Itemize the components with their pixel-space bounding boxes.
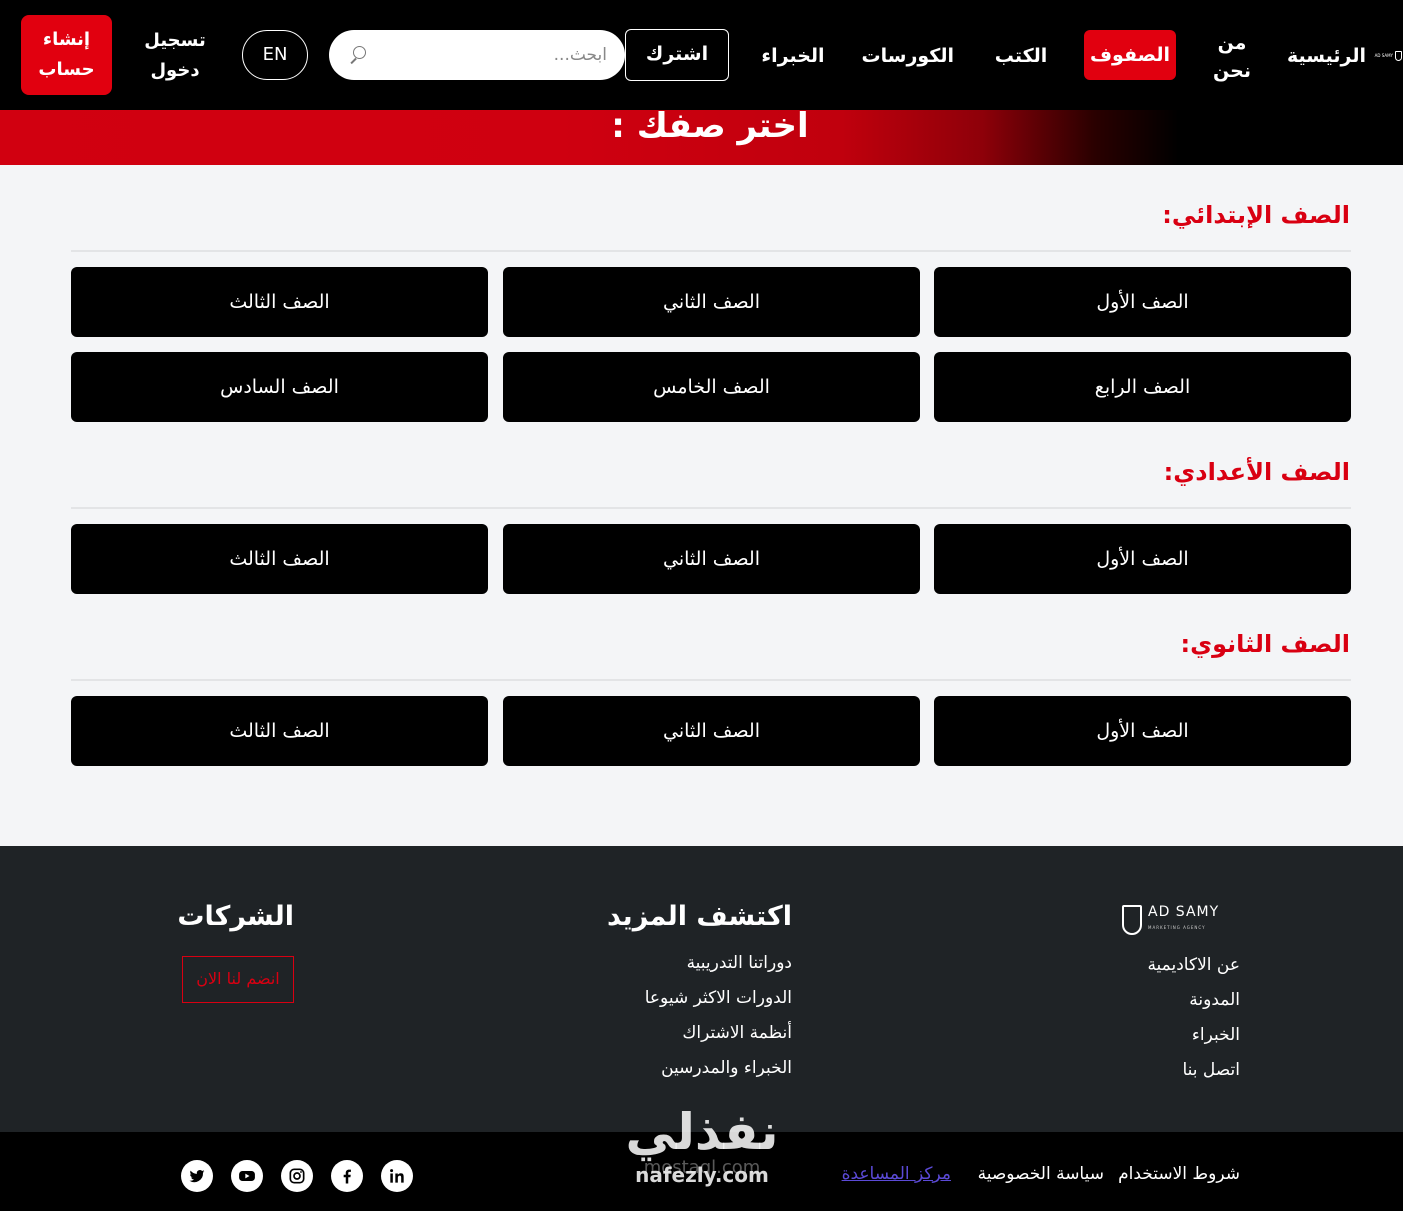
secondary-grade-2-button[interactable]: الصف الثاني (503, 696, 920, 766)
footer-link-experts-teachers[interactable]: الخبراء والمدرسين (661, 1056, 792, 1080)
primary-grade-6-button[interactable]: الصف السادس (71, 352, 488, 422)
nav-books-link[interactable]: الكتب (990, 42, 1052, 70)
login-link[interactable]: تسجيل دخول (138, 26, 212, 86)
footer-link-our-courses[interactable]: دوراتنا التدريبية (687, 951, 792, 975)
language-toggle-button[interactable]: EN (242, 30, 308, 80)
signup-button[interactable]: إنشاء حساب (21, 15, 112, 95)
primary-grade-4-button[interactable]: الصف الرابع (934, 352, 1351, 422)
footer-link-contact[interactable]: اتصل بنا (1182, 1058, 1240, 1082)
brand-mark-icon (1395, 51, 1402, 61)
nav-courses-link[interactable]: الكورسات (862, 42, 954, 70)
nav-experts-link[interactable]: الخبراء (760, 42, 826, 70)
instagram-icon[interactable] (281, 1160, 313, 1192)
footer-logo-text: AD SAMY MARKETING AGENCY (1148, 904, 1219, 936)
nav-grades-link[interactable]: الصفوف (1084, 30, 1176, 80)
nav-home-link[interactable]: الرئيسية (1287, 42, 1366, 70)
footer-link-about[interactable]: عن الاكاديمية (1147, 953, 1240, 977)
site-footer: AD SAMY MARKETING AGENCY عن الاكاديمية ا… (0, 846, 1403, 1132)
footer-brand-mark-icon (1122, 905, 1142, 935)
primary-grade-3-button[interactable]: الصف الثالث (71, 267, 488, 337)
secondary-grade-3-button[interactable]: الصف الثالث (71, 696, 488, 766)
terms-of-use-link[interactable]: شروط الاستخدام (1118, 1162, 1240, 1186)
primary-grade-5-button[interactable]: الصف الخامس (503, 352, 920, 422)
section-title-primary: الصف الإبتدائي: (1162, 201, 1350, 229)
section-title-preparatory: الصف الأعدادي: (1163, 458, 1350, 486)
section-title-secondary: الصف الثانوي: (1180, 630, 1350, 658)
primary-grade-2-button[interactable]: الصف الثاني (503, 267, 920, 337)
subscribe-button[interactable]: اشترك (625, 29, 729, 81)
section-divider (71, 250, 1351, 252)
help-center-link[interactable]: مركز المساعدة (842, 1162, 951, 1186)
hero-band: اختر صفك : (0, 110, 1403, 165)
footer-link-blog[interactable]: المدونة (1189, 988, 1240, 1012)
nav-about-link[interactable]: من نحن (1208, 29, 1256, 85)
facebook-icon[interactable] (331, 1160, 363, 1192)
footer-link-subscription-plans[interactable]: أنظمة الاشتراك (682, 1021, 792, 1045)
top-navbar: AD SAMY الرئيسية من نحن الصفوف الكتب الك… (0, 0, 1403, 110)
youtube-icon[interactable] (231, 1160, 263, 1192)
brand-logo-text: AD SAMY (1374, 53, 1393, 58)
footer-brand-logo[interactable]: AD SAMY MARKETING AGENCY (1122, 903, 1240, 937)
footer-bottom-bar: شروط الاستخدام سياسة الخصوصية مركز المسا… (0, 1132, 1403, 1211)
preparatory-grade-3-button[interactable]: الصف الثالث (71, 524, 488, 594)
brand-logo[interactable]: AD SAMY (1372, 49, 1402, 63)
search-bar (329, 30, 625, 80)
footer-heading-companies: الشركات (177, 901, 294, 932)
search-icon[interactable] (347, 45, 367, 65)
join-us-button[interactable]: انضم لنا الان (182, 956, 294, 1003)
footer-link-experts[interactable]: الخبراء (1192, 1023, 1240, 1047)
section-divider (71, 679, 1351, 681)
section-divider (71, 507, 1351, 509)
page-title: اختر صفك : (611, 110, 809, 146)
preparatory-grade-1-button[interactable]: الصف الأول (934, 524, 1351, 594)
footer-logo-name: AD SAMY (1148, 904, 1220, 920)
footer-logo-subtext: MARKETING AGENCY (1148, 925, 1206, 930)
preparatory-grade-2-button[interactable]: الصف الثاني (503, 524, 920, 594)
privacy-policy-link[interactable]: سياسة الخصوصية (978, 1162, 1104, 1186)
twitter-icon[interactable] (181, 1160, 213, 1192)
footer-heading-explore: اكتشف المزيد (606, 901, 792, 932)
footer-link-popular-courses[interactable]: الدورات الاكثر شيوعا (645, 986, 792, 1010)
secondary-grade-1-button[interactable]: الصف الأول (934, 696, 1351, 766)
linkedin-icon[interactable] (381, 1160, 413, 1192)
primary-grade-1-button[interactable]: الصف الأول (934, 267, 1351, 337)
search-input[interactable] (367, 35, 607, 75)
